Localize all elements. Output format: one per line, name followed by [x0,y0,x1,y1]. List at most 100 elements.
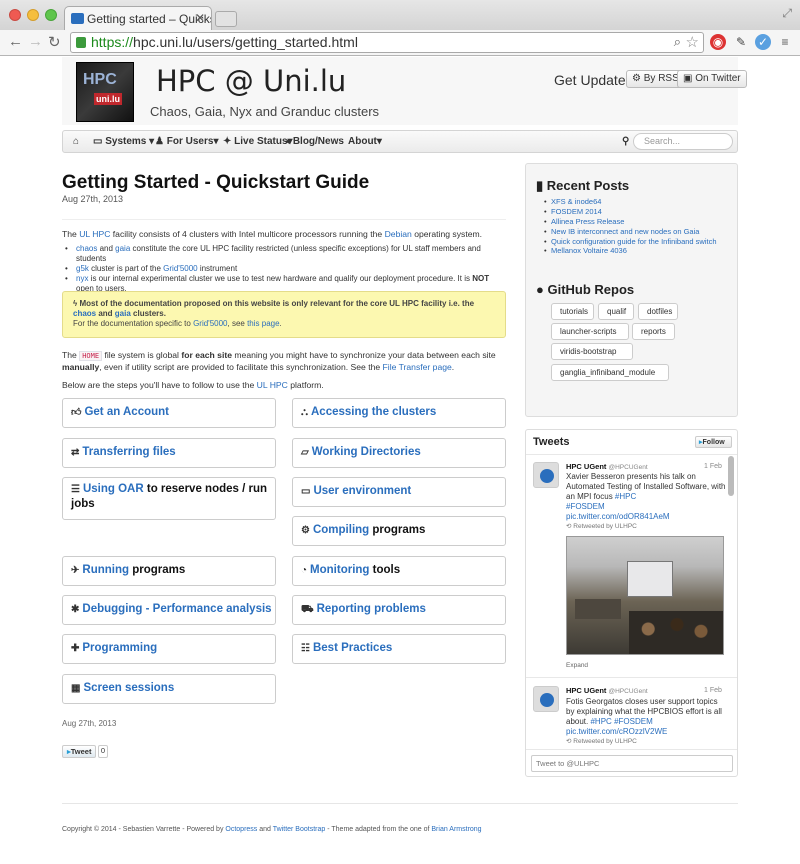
nav-for-users[interactable]: ♟ For Users▾ [155,136,218,147]
card-link[interactable]: Get an Account [84,406,169,418]
tweet-date[interactable]: 1 Feb [704,463,722,470]
card-link[interactable]: Monitoring [310,564,369,576]
card-link[interactable]: Compiling [313,524,369,536]
search-input[interactable]: Search... [633,133,733,150]
repo-tag[interactable]: dotfiles [638,303,678,320]
grid5000-link[interactable]: Grid'5000 [193,319,227,328]
hashtag-link[interactable]: #FOSDEM [566,502,605,511]
post-link[interactable]: New IB interconnect and new nodes on Gai… [544,227,717,237]
grid5000-link[interactable]: Grid'5000 [163,264,197,273]
fullscreen-icon[interactable]: ⤢ [782,6,792,21]
card-link[interactable]: Transferring files [82,446,175,458]
menu-icon[interactable]: ≡ [777,34,793,50]
repo-tag[interactable]: reports [632,323,675,340]
adblock-icon[interactable]: ◉ [710,34,726,50]
expand-link[interactable]: Expand [566,662,588,669]
repo-tag[interactable]: tutorials [551,303,594,320]
card-screen-sessions[interactable]: ▦ Screen sessions [62,674,276,704]
tweet-author[interactable]: HPC UGent @HPCUGent [566,686,648,695]
tab-close-icon[interactable]: ✕ [195,11,205,25]
card-working-directories[interactable]: ▱ Working Directories [292,438,506,468]
repo-tag[interactable]: launcher-scripts [551,323,629,340]
tweet-button[interactable]: ▸Tweet [62,745,96,758]
nav-live-status[interactable]: ✦ Live Status▾ [223,136,293,147]
card-using-oar[interactable]: ☰ Using OAR to reserve nodes / run jobs [62,477,276,520]
card-user-environment[interactable]: ▭ User environment [292,477,506,507]
card-link[interactable]: Using OAR [83,483,144,495]
card-accessing-clusters[interactable]: ⛬ Accessing the clusters [292,398,506,428]
card-link[interactable]: Programming [82,642,157,654]
ul-hpc-link[interactable]: UL HPC [79,229,110,239]
site-logo[interactable]: HPC uni.lu [76,62,134,122]
nav-about[interactable]: About▾ [348,136,382,147]
card-best-practices[interactable]: ☷ Best Practices [292,634,506,664]
back-arrow-icon[interactable]: ← [8,33,23,50]
octopress-link[interactable]: Octopress [225,826,257,833]
card-link[interactable]: Accessing the clusters [311,406,436,418]
repo-tag[interactable]: viridis-bootstrap [551,343,633,360]
post-link[interactable]: Mellanox Voltaire 4036 [544,246,717,256]
card-programming[interactable]: ✚ Programming [62,634,276,664]
avatar[interactable] [533,686,559,712]
site-title[interactable]: HPC @ Uni.lu [156,64,346,98]
card-transferring-files[interactable]: ⇄ Transferring files [62,438,276,468]
post-link[interactable]: FOSDEM 2014 [544,207,717,217]
follow-button[interactable]: ▸Follow [695,436,732,448]
tweet-to-input[interactable]: Tweet to @ULHPC [531,755,733,772]
card-link[interactable]: Running [82,564,129,576]
address-bar[interactable]: https://hpc.uni.lu/users/getting_started… [70,32,704,53]
gaia-link[interactable]: gaia [115,309,131,318]
card-running[interactable]: ✈ Running programs [62,556,276,586]
brian-armstrong-link[interactable]: Brian Armstrong [431,826,481,833]
repo-tag[interactable]: qualif [598,303,634,320]
hashtag-link[interactable]: #HPC [590,717,611,726]
card-get-account[interactable]: 👍︎ Get an Account [62,398,276,428]
hashtag-link[interactable]: #HPC [615,492,636,501]
forward-arrow-icon[interactable]: → [28,33,43,50]
tweets-scrollbar[interactable] [728,456,734,496]
zoom-window-button[interactable] [45,9,57,21]
tweet-photo[interactable] [566,536,724,655]
card-reporting-problems[interactable]: ⛟ Reporting problems [292,595,506,625]
this-page-link[interactable]: this page [247,319,279,328]
nyx-link[interactable]: nyx [76,274,88,283]
card-link[interactable]: Reporting problems [317,603,426,615]
pic-link[interactable]: pic.twitter.com/odOR841AeM [566,512,670,521]
rss-button[interactable]: ⚙ By RSS [626,70,685,88]
nav-blog-news[interactable]: ◂ Blog/News [285,136,344,147]
pic-link[interactable]: pic.twitter.com/cROzzlV2WE [566,727,667,736]
post-link[interactable]: XFS & inode64 [544,197,717,207]
card-link[interactable]: Best Practices [313,642,392,654]
post-link[interactable]: Allinea Press Release [544,217,717,227]
hashtag-link[interactable]: #FOSDEM [614,717,653,726]
close-window-button[interactable] [9,9,21,21]
new-tab-button[interactable] [215,11,237,27]
twitter-button[interactable]: ▣ On Twitter [677,70,747,88]
nav-systems[interactable]: ▭ Systems ▾ [93,136,154,147]
avatar[interactable] [533,462,559,488]
tweet-author[interactable]: HPC UGent @HPCUGent [566,462,648,471]
reload-icon[interactable]: ↻ [48,33,61,51]
wrench-icon[interactable]: ✎ [733,34,749,50]
chaos-link[interactable]: chaos [76,244,97,253]
tweet-date[interactable]: 1 Feb [704,687,722,694]
home-icon[interactable]: ⌂ [73,136,79,147]
bookmark-star-icon[interactable]: ☆ [686,33,699,51]
search-zoom-icon[interactable]: ⌕ [674,34,681,50]
g5k-link[interactable]: g5k [76,264,89,273]
card-link[interactable]: Debugging - Performance analysis [82,603,271,615]
chaos-link[interactable]: chaos [73,309,96,318]
repo-tag[interactable]: ganglia_infiniband_module [551,364,669,381]
file-transfer-link[interactable]: File Transfer page [383,362,452,372]
minimize-window-button[interactable] [27,9,39,21]
ul-hpc-link[interactable]: UL HPC [257,380,288,390]
extension-icon[interactable]: ✓ [755,34,771,50]
card-debugging[interactable]: ✱ Debugging - Performance analysis [62,595,276,625]
browser-tab[interactable]: Getting started – Quickstar ✕ [64,6,212,30]
gaia-link[interactable]: gaia [115,244,130,253]
card-link[interactable]: User environment [313,485,411,497]
card-monitoring[interactable]: ◔ Monitoring tools [292,556,506,586]
bootstrap-link[interactable]: Twitter Bootstrap [273,826,326,833]
card-link[interactable]: Screen sessions [83,682,174,694]
card-compiling[interactable]: ⚙ Compiling programs [292,516,506,546]
